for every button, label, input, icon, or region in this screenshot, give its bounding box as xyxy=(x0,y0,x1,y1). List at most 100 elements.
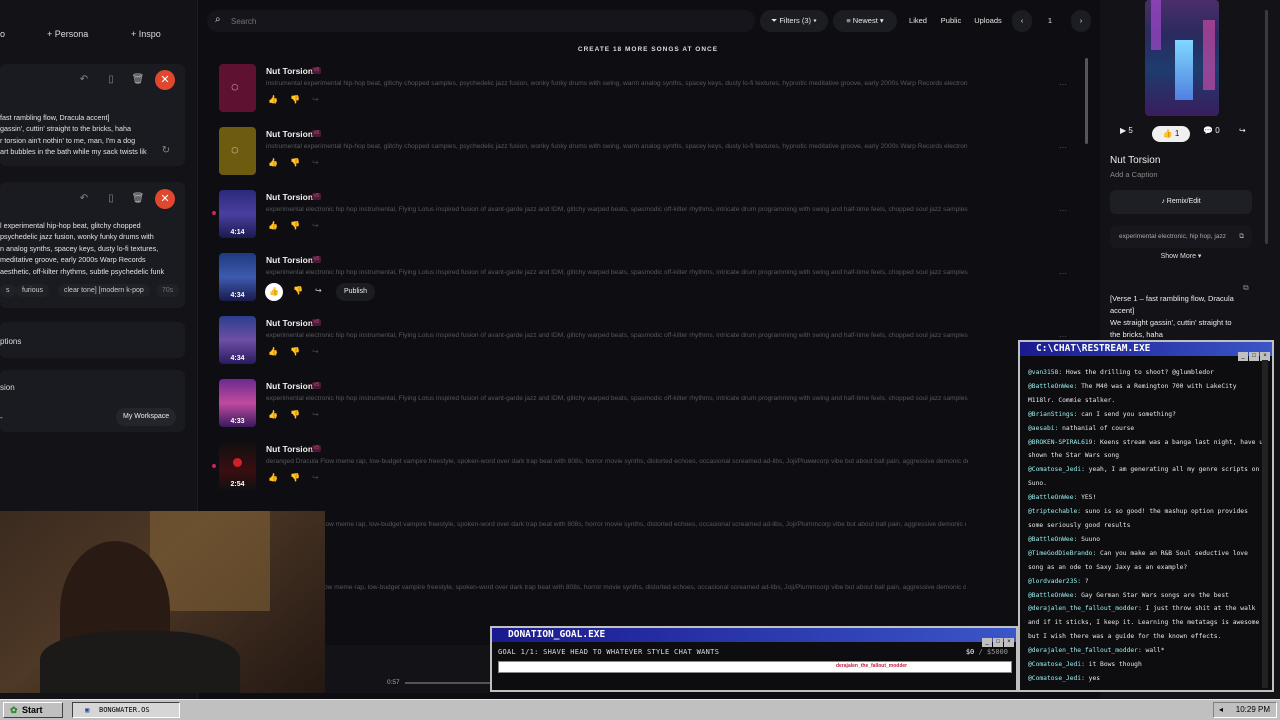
share-icon[interactable]: ↪ xyxy=(312,95,319,104)
copy-icon[interactable]: ▯ xyxy=(104,192,118,206)
chat-username[interactable]: @BattleOnWee: xyxy=(1028,536,1081,543)
song-row[interactable]: 4:33 Nut Torsion v5 experimental electro… xyxy=(218,379,1088,439)
minimize-icon[interactable]: _ xyxy=(1238,352,1248,361)
chat-username[interactable]: @aesabi: xyxy=(1028,425,1062,432)
chat-username[interactable]: @BattleOnWee: xyxy=(1028,592,1081,599)
like-button-active[interactable]: 👍 xyxy=(265,283,283,301)
workspace-button[interactable]: My Workspace xyxy=(116,408,177,426)
song-thumbnail[interactable]: 4:33 xyxy=(219,379,256,427)
close-lyrics-button[interactable]: ✕ xyxy=(155,70,175,90)
like-icon[interactable]: 👍 xyxy=(268,410,278,419)
tab-inspo[interactable]: + Inspo xyxy=(131,29,161,39)
undo-icon[interactable]: ↶ xyxy=(77,192,91,206)
maximize-icon[interactable]: □ xyxy=(1249,352,1259,361)
start-button[interactable]: ✿ Start xyxy=(3,702,63,718)
song-title[interactable]: Nut Torsion xyxy=(266,381,313,391)
refresh-icon[interactable]: ↻ xyxy=(159,144,173,158)
search-input[interactable] xyxy=(231,14,531,28)
dislike-icon[interactable]: 👎 xyxy=(290,158,300,167)
maximize-icon[interactable]: □ xyxy=(993,638,1003,647)
like-icon[interactable]: 👍 xyxy=(268,473,278,482)
like-icon[interactable]: 👍 xyxy=(268,347,278,356)
undo-icon[interactable]: ↶ xyxy=(77,73,91,87)
song-thumbnail[interactable]: 4:34 xyxy=(219,316,256,364)
dislike-icon[interactable]: 👎 xyxy=(290,95,300,104)
liked-filter[interactable]: Liked xyxy=(905,10,931,32)
share-icon[interactable]: ↪ xyxy=(312,410,319,419)
chat-username[interactable]: @Comatose_Jedi: xyxy=(1028,466,1089,473)
chat-username[interactable]: @triptechable: xyxy=(1028,508,1085,515)
more-options-icon[interactable]: ··· xyxy=(1059,269,1067,278)
like-icon[interactable]: 👍 xyxy=(268,221,278,230)
share-icon[interactable]: ↪ xyxy=(312,158,319,167)
song-title[interactable]: Nut Torsion xyxy=(266,444,313,454)
dislike-icon[interactable]: 👎 xyxy=(290,410,300,419)
style-chip[interactable]: s xyxy=(0,284,16,297)
song-title[interactable]: Nut Torsion xyxy=(266,192,313,202)
filters-button[interactable]: ⏷ Filters (3) ▾ xyxy=(760,10,828,32)
uploads-filter[interactable]: Uploads xyxy=(970,10,1006,32)
song-row[interactable]: ◌ Nut Torsion v5 instrumental experiment… xyxy=(218,127,1088,187)
show-more-button[interactable]: Show More ▾ xyxy=(1110,252,1252,260)
style-chip[interactable]: clear tone] [modern k-pop xyxy=(58,284,150,297)
prev-page-button[interactable]: ‹ xyxy=(1012,10,1032,32)
sort-button[interactable]: ≡ Newest ▾ xyxy=(833,10,897,32)
chat-username[interactable]: @BROKEN-SPIRAL619: xyxy=(1028,439,1100,446)
dislike-icon[interactable]: 👎 xyxy=(290,473,300,482)
comment-count[interactable]: 💬 0 xyxy=(1203,126,1220,135)
chat-username[interactable]: @BattleOnWee: xyxy=(1028,383,1081,390)
detail-song-title[interactable]: Nut Torsion xyxy=(1110,155,1160,166)
share-icon[interactable]: ↪ xyxy=(312,221,319,230)
like-icon[interactable]: 👍 xyxy=(268,95,278,104)
copy-icon[interactable]: ⧉ xyxy=(1239,226,1244,248)
taskbar-item[interactable]: ▣ BONGWATER.OS xyxy=(72,702,180,718)
minimize-icon[interactable]: _ xyxy=(982,638,992,647)
close-icon[interactable]: × xyxy=(1004,638,1014,647)
copy-icon[interactable]: ⧉ xyxy=(1243,283,1249,293)
song-row[interactable]: 4:34 Nut Torsion v5 experimental electro… xyxy=(218,253,1088,313)
chat-username[interactable]: @BrianStings: xyxy=(1028,411,1081,418)
song-thumbnail[interactable]: ◌ xyxy=(219,64,256,112)
song-thumbnail[interactable]: ◌ xyxy=(219,127,256,175)
create-more-banner[interactable]: CREATE 18 MORE SONGS AT ONCE xyxy=(540,46,756,53)
chat-username[interactable]: @lordvader235: xyxy=(1028,578,1085,585)
share-icon[interactable]: ↪ xyxy=(315,286,322,295)
style-chip[interactable]: furious xyxy=(16,284,50,297)
song-row[interactable]: 4:34 Nut Torsion v5 experimental electro… xyxy=(218,316,1088,376)
song-row[interactable]: 4:14 Nut Torsion v5 experimental electro… xyxy=(218,190,1088,250)
trash-icon[interactable]: 🗑 xyxy=(131,73,145,87)
more-options-icon[interactable]: ··· xyxy=(1059,206,1067,215)
publish-button[interactable]: Publish xyxy=(336,283,375,301)
song-thumbnail[interactable]: 4:14 xyxy=(219,190,256,238)
song-thumbnail[interactable]: 2:54 xyxy=(219,442,256,490)
like-button-active[interactable]: 👍 1 xyxy=(1152,126,1190,142)
options-row[interactable]: ptions xyxy=(0,322,185,358)
more-options-icon[interactable]: ··· xyxy=(1059,143,1067,152)
song-thumbnail[interactable]: 4:34 xyxy=(219,253,256,301)
public-filter[interactable]: Public xyxy=(937,10,965,32)
share-icon[interactable]: ↪ xyxy=(1239,126,1246,135)
more-options-icon[interactable]: ··· xyxy=(1059,80,1067,89)
song-row[interactable]: ◌ Nut Torsion v5 instrumental experiment… xyxy=(218,64,1088,124)
copy-icon[interactable]: ▯ xyxy=(104,73,118,87)
song-title[interactable]: Nut Torsion xyxy=(266,318,313,328)
add-caption-link[interactable]: Add a Caption xyxy=(1110,170,1158,179)
share-icon[interactable]: ↪ xyxy=(312,347,319,356)
chat-username[interactable]: @BattleOnWee: xyxy=(1028,494,1081,501)
dislike-icon[interactable]: 👎 xyxy=(293,286,303,295)
style-chip[interactable]: 70s xyxy=(156,284,180,297)
song-title[interactable]: Nut Torsion xyxy=(266,129,313,139)
cover-art[interactable] xyxy=(1145,0,1219,116)
lyrics-text[interactable]: fast rambling flow, Dracula accent] gass… xyxy=(0,112,160,158)
chat-username[interactable]: @Comatose_Jedi: xyxy=(1028,661,1089,668)
search-bar[interactable]: ⌕ xyxy=(207,10,755,32)
song-row[interactable]: 2:54 Nut Torsion v5 deranged Dracula Flo… xyxy=(218,442,1088,502)
progress-track[interactable] xyxy=(405,682,490,684)
next-page-button[interactable]: › xyxy=(1071,10,1091,32)
detail-scrollbar[interactable] xyxy=(1265,10,1268,244)
chat-username[interactable]: @derajalen_the_fallout_modder: xyxy=(1028,647,1146,654)
dislike-icon[interactable]: 👎 xyxy=(290,347,300,356)
chat-username[interactable]: @van3158: xyxy=(1028,369,1066,376)
dislike-icon[interactable]: 👎 xyxy=(290,221,300,230)
tab-partial[interactable]: o xyxy=(0,29,5,39)
